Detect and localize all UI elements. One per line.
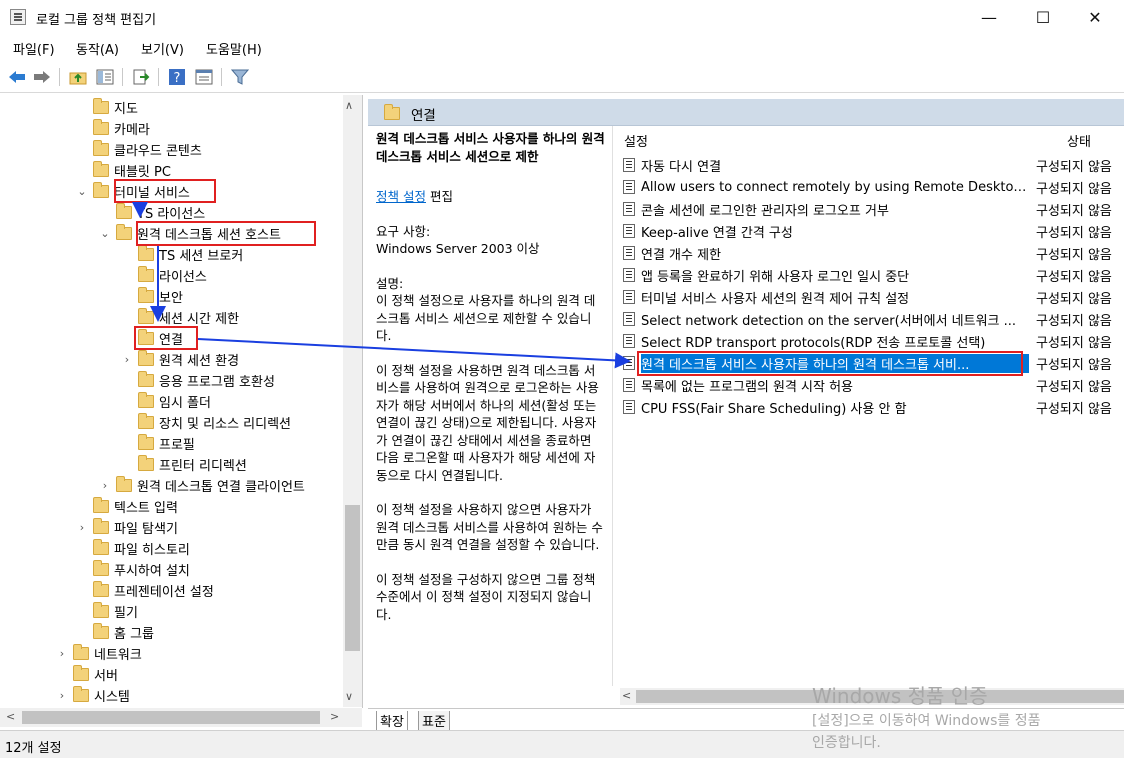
arrow-to-policy <box>197 338 631 369</box>
annotation-arrows <box>132 202 631 369</box>
